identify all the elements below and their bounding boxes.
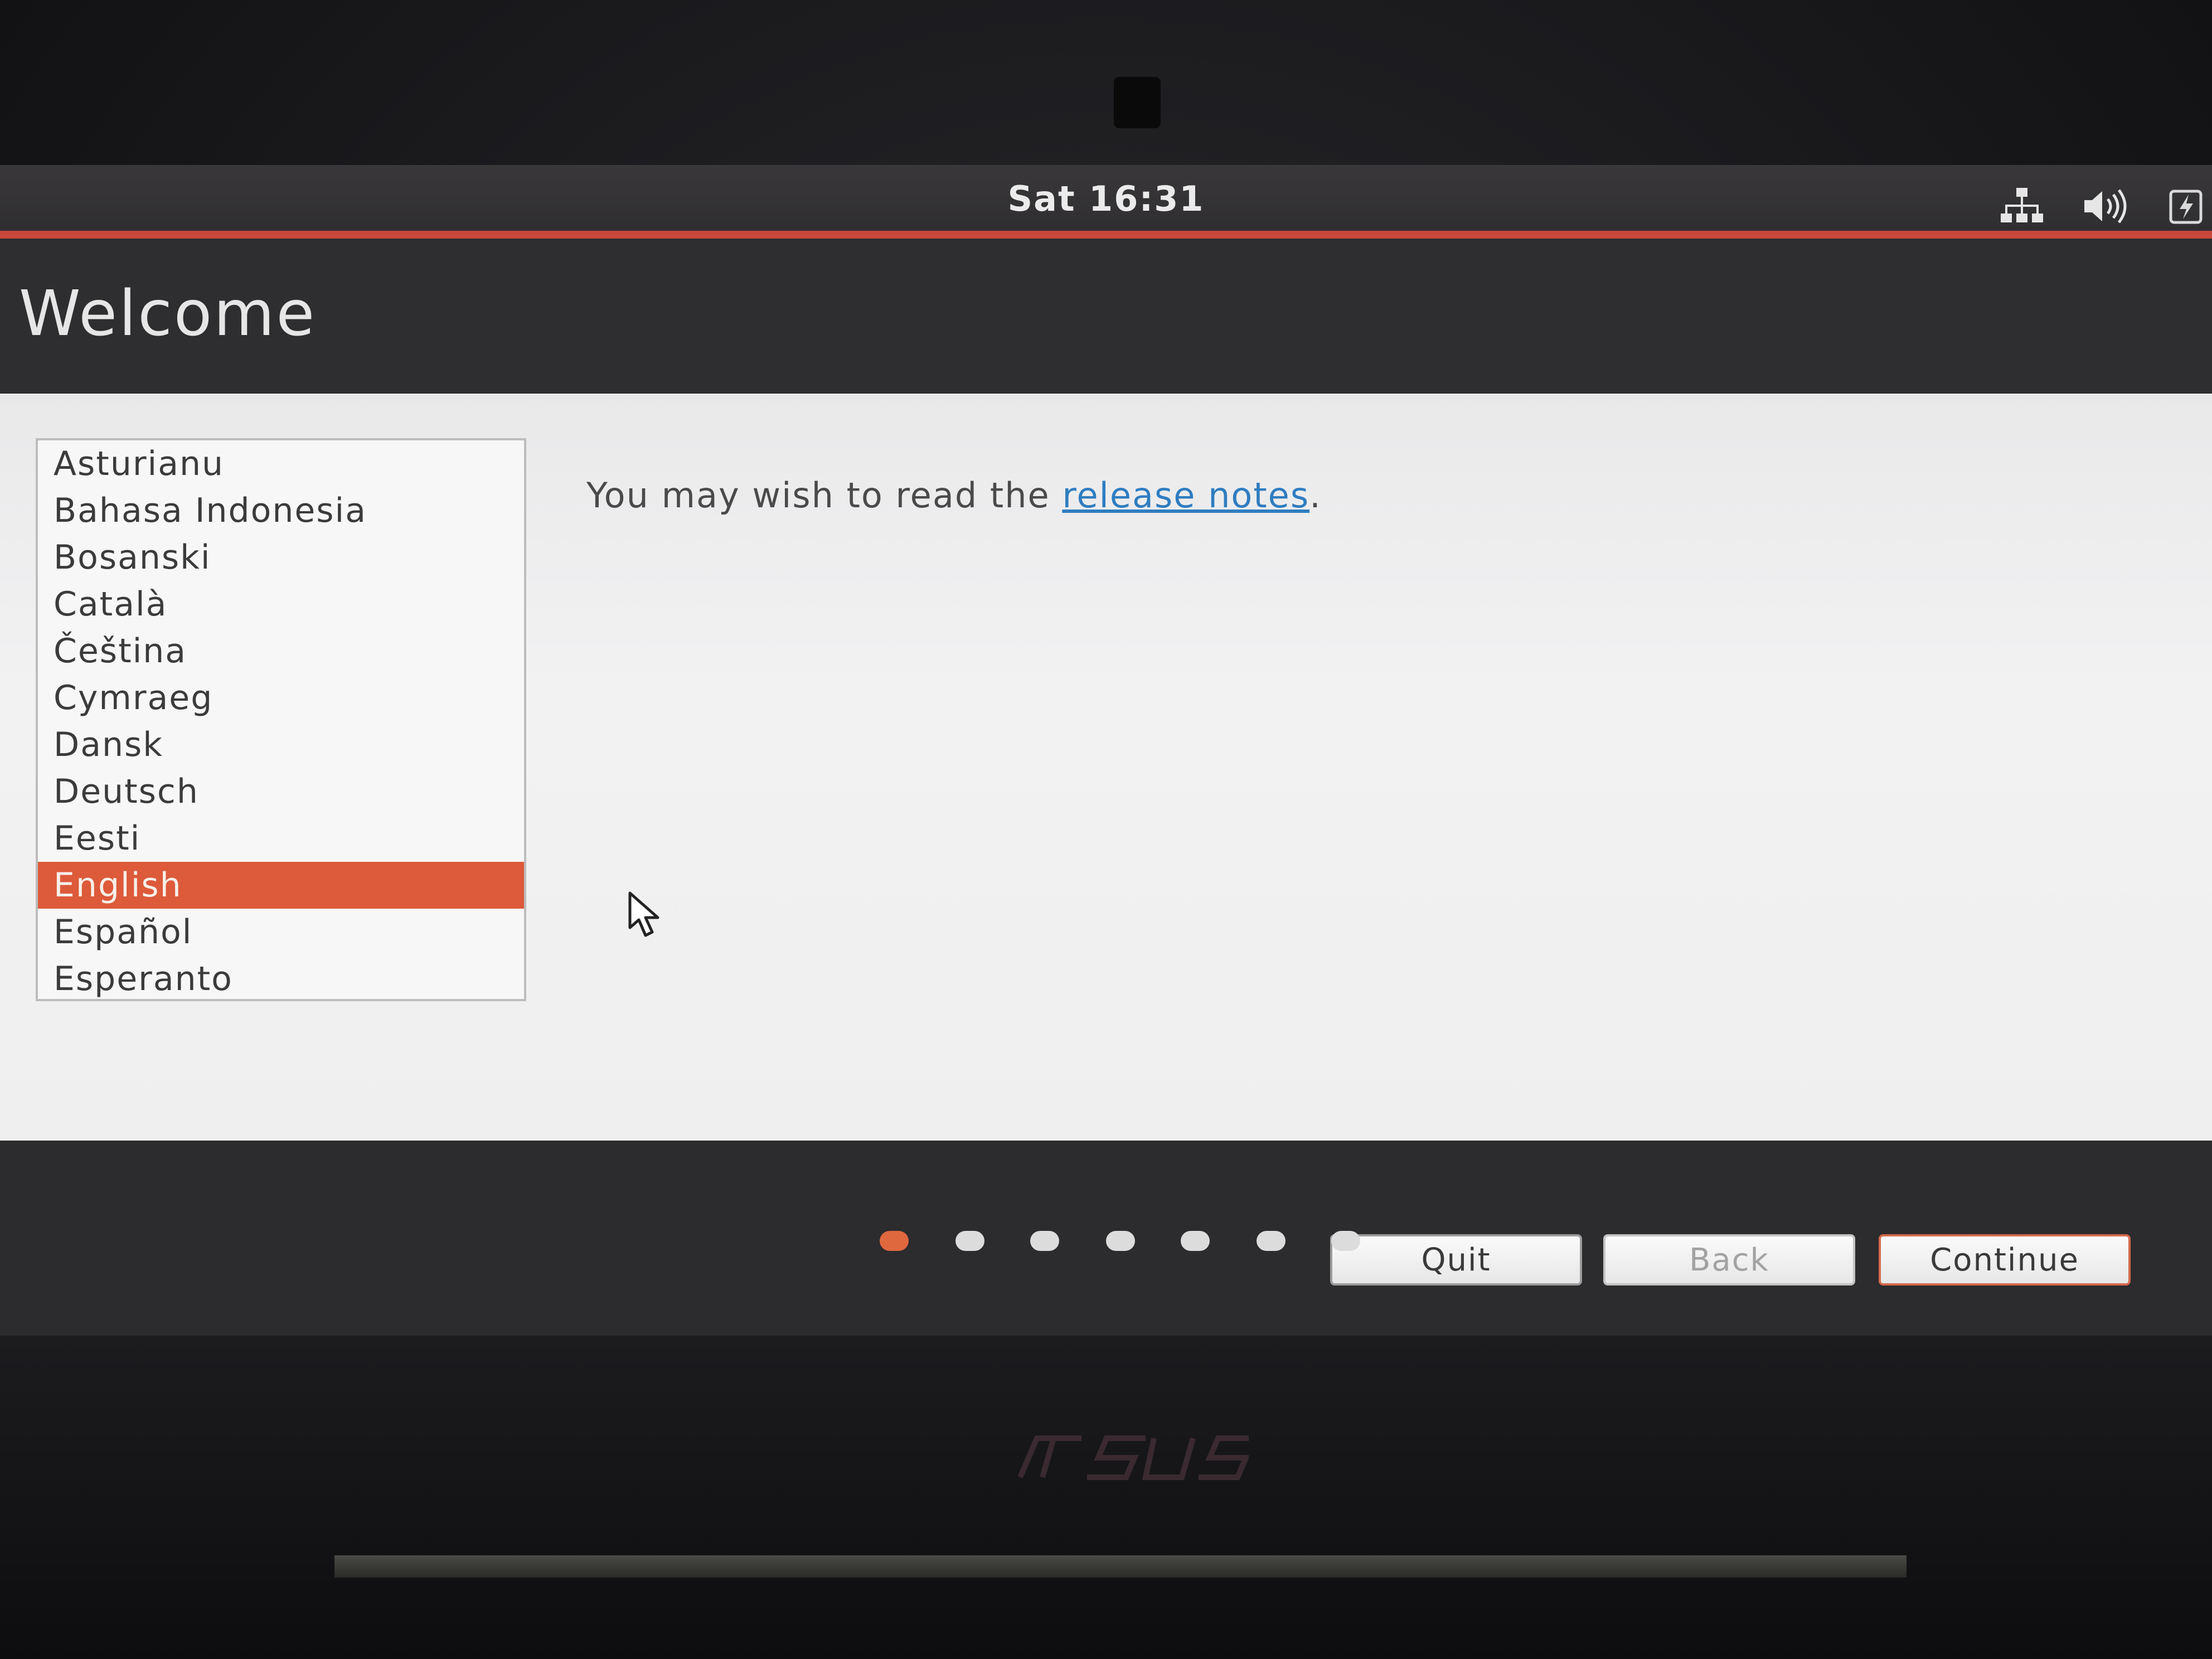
progress-dot-active	[880, 1231, 909, 1251]
language-item[interactable]: Cymraeg	[38, 675, 524, 721]
release-notes-prefix: You may wish to read the	[586, 475, 1063, 516]
battery-icon[interactable]	[2163, 186, 2211, 226]
language-item[interactable]: Čeština	[38, 628, 524, 675]
progress-indicator	[0, 1231, 2212, 1264]
laptop-hinge	[334, 1555, 1907, 1578]
progress-dot	[1331, 1231, 1360, 1251]
mouse-pointer-icon	[628, 891, 659, 937]
language-item[interactable]: Dansk	[38, 721, 524, 768]
release-notes-suffix: .	[1309, 475, 1322, 516]
laptop-brand-logo	[1017, 1435, 1249, 1480]
language-item[interactable]: Deutsch	[38, 768, 524, 815]
progress-dot	[1030, 1231, 1059, 1251]
screen: Sat 16:31 Welcome Asturianu Bahasa Indon…	[0, 165, 2212, 1336]
installer-content: Asturianu Bahasa Indonesia Bosanski Cata…	[0, 394, 2212, 1286]
progress-dot	[955, 1231, 984, 1251]
release-notes-message: You may wish to read the release notes.	[586, 475, 1322, 516]
webcam	[1114, 77, 1161, 128]
progress-dot	[1181, 1231, 1210, 1251]
language-item[interactable]: Esperanto	[38, 955, 524, 999]
language-item[interactable]: Bahasa Indonesia	[38, 487, 524, 534]
progress-dot	[1106, 1231, 1135, 1251]
clock[interactable]: Sat 16:31	[0, 178, 2212, 219]
language-item[interactable]: Bosanski	[38, 534, 524, 581]
lower-bezel	[0, 1336, 2212, 1659]
page-header: Welcome	[0, 239, 2212, 392]
language-item[interactable]: Asturianu	[38, 440, 524, 487]
release-notes-link[interactable]: release notes	[1062, 475, 1309, 516]
page-title: Welcome	[19, 278, 317, 350]
volume-icon[interactable]	[2082, 186, 2129, 226]
progress-dot	[1257, 1231, 1286, 1251]
language-item-selected[interactable]: English	[38, 862, 524, 909]
language-item[interactable]: Català	[38, 581, 524, 628]
language-item[interactable]: Eesti	[38, 815, 524, 862]
language-item[interactable]: Español	[38, 909, 524, 955]
language-list[interactable]: Asturianu Bahasa Indonesia Bosanski Cata…	[36, 438, 526, 1001]
top-bar: Sat 16:31	[0, 165, 2212, 239]
network-icon[interactable]	[1998, 186, 2046, 226]
